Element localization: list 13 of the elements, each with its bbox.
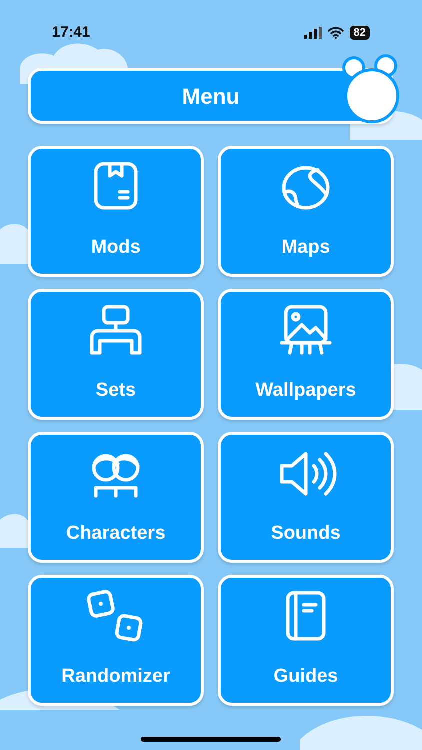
menu-tile[interactable]: Sets bbox=[28, 289, 204, 420]
signal-icon bbox=[304, 27, 322, 39]
menu-tile[interactable]: Wallpapers bbox=[218, 289, 394, 420]
wifi-icon bbox=[328, 27, 344, 39]
menu-tile[interactable]: Maps bbox=[218, 146, 394, 277]
menu-tile[interactable]: Mods bbox=[28, 146, 204, 277]
battery-indicator: 82 bbox=[350, 26, 370, 40]
menu-tile[interactable]: Guides bbox=[218, 575, 394, 706]
status-time: 17:41 bbox=[52, 22, 90, 43]
menu-tile[interactable]: Characters bbox=[28, 432, 204, 563]
menu-tile[interactable]: Sounds bbox=[218, 432, 394, 563]
header-title: Menu bbox=[182, 82, 240, 110]
menu-tile[interactable]: Randomizer bbox=[28, 575, 204, 706]
